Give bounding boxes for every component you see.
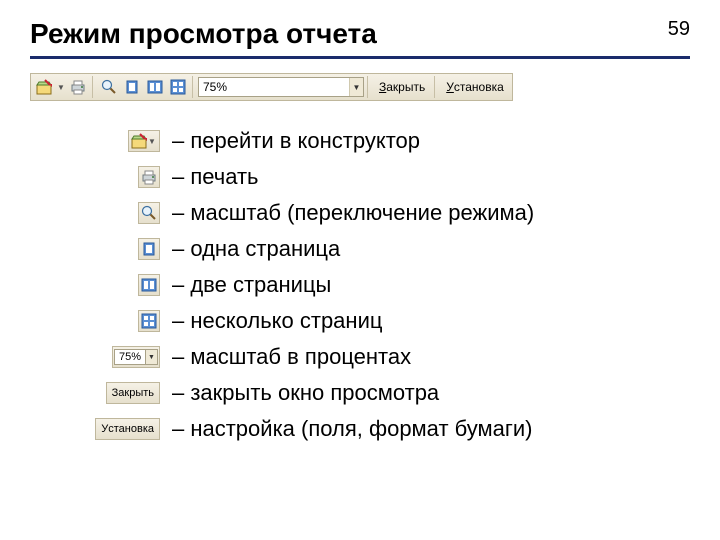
two-pages-icon <box>147 79 163 95</box>
legend-row-print: – печать <box>80 159 690 195</box>
legend-text: – настройка (поля, формат бумаги) <box>172 416 533 442</box>
one-page-icon <box>141 241 157 257</box>
legend-icon-print[interactable] <box>138 166 160 188</box>
legend-text: – две страницы <box>172 272 331 298</box>
design-view-icon <box>131 133 147 149</box>
legend-setup-button[interactable]: Установка <box>95 418 160 440</box>
two-pages-button[interactable] <box>144 76 166 98</box>
design-view-button[interactable] <box>33 76 55 98</box>
legend-text: – масштаб (переключение режима) <box>172 200 534 226</box>
legend-row-design: ▼ – перейти в конструктор <box>80 123 690 159</box>
one-page-button[interactable] <box>121 76 143 98</box>
legend-row-multi-pages: – несколько страниц <box>80 303 690 339</box>
one-page-icon <box>124 79 140 95</box>
multi-pages-icon <box>170 79 186 95</box>
zoom-icon <box>101 79 117 95</box>
chevron-down-icon: ▼ <box>146 349 158 365</box>
legend-icon-one-page[interactable] <box>138 238 160 260</box>
legend-row-zoom-percent: 75% ▼ – масштаб в процентах <box>80 339 690 375</box>
legend-row-two-pages: – две страницы <box>80 267 690 303</box>
legend-text: – несколько страниц <box>172 308 382 334</box>
separator <box>367 76 370 98</box>
legend-text: – закрыть окно просмотра <box>172 380 439 406</box>
legend-text: – перейти в конструктор <box>172 128 420 154</box>
legend-text: – одна страница <box>172 236 340 262</box>
print-icon <box>70 79 86 95</box>
legend: ▼ – перейти в конструктор – печать – мас… <box>80 123 690 447</box>
legend-row-setup: Установка – настройка (поля, формат бума… <box>80 411 690 447</box>
legend-text: – масштаб в процентах <box>172 344 411 370</box>
setup-button[interactable]: Установка <box>440 76 510 98</box>
multi-pages-icon <box>141 313 157 329</box>
design-view-dropdown[interactable]: ▼ <box>56 76 66 98</box>
separator <box>92 76 95 98</box>
legend-icon-multi-pages[interactable] <box>138 310 160 332</box>
separator <box>434 76 437 98</box>
zoom-dropdown[interactable]: ▼ <box>349 78 363 96</box>
legend-icon-zoom[interactable] <box>138 202 160 224</box>
zoom-toggle-button[interactable] <box>98 76 120 98</box>
zoom-input[interactable] <box>199 78 349 96</box>
print-preview-toolbar: ▼ ▼ Закрыть Установка <box>30 73 513 101</box>
zoom-icon <box>141 205 157 221</box>
legend-row-one-page: – одна страница <box>80 231 690 267</box>
print-icon <box>141 169 157 185</box>
separator <box>192 76 195 98</box>
page-title: Режим просмотра отчета <box>30 18 377 50</box>
header: Режим просмотра отчета 59 <box>30 18 690 59</box>
chevron-down-icon: ▼ <box>147 133 157 149</box>
legend-row-zoom: – масштаб (переключение режима) <box>80 195 690 231</box>
design-view-icon <box>36 79 52 95</box>
print-button[interactable] <box>67 76 89 98</box>
legend-zoom-combo[interactable]: 75% ▼ <box>112 346 160 368</box>
two-pages-icon <box>141 277 157 293</box>
legend-zoom-value: 75% <box>114 349 146 365</box>
page-number: 59 <box>668 18 690 41</box>
legend-row-close: Закрыть – закрыть окно просмотра <box>80 375 690 411</box>
legend-text: – печать <box>172 164 259 190</box>
zoom-combo[interactable]: ▼ <box>198 77 364 97</box>
close-button[interactable]: Закрыть <box>373 76 431 98</box>
legend-close-button[interactable]: Закрыть <box>106 382 160 404</box>
legend-icon-design[interactable]: ▼ <box>128 130 160 152</box>
multi-pages-button[interactable] <box>167 76 189 98</box>
legend-icon-two-pages[interactable] <box>138 274 160 296</box>
